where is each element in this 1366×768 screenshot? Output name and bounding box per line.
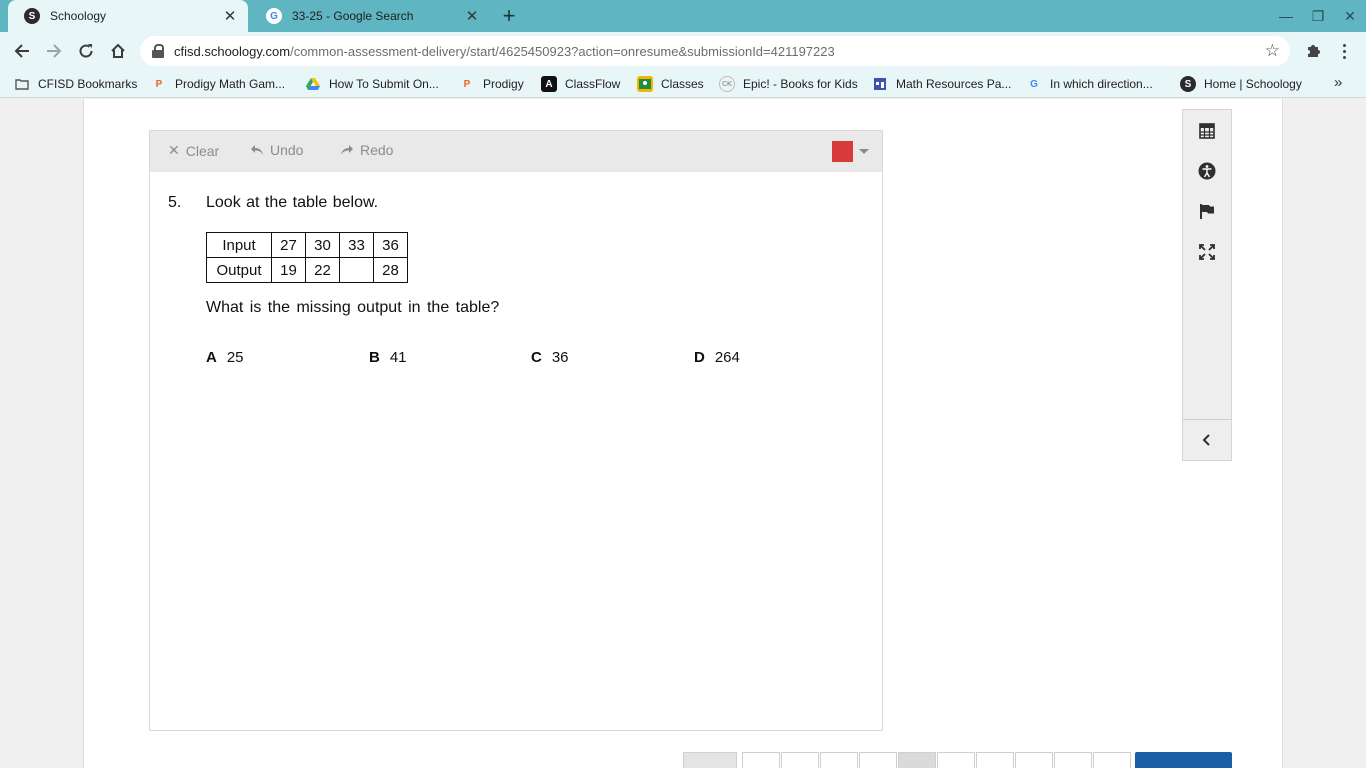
accessibility-icon[interactable] (1183, 151, 1231, 191)
browser-tab-strip: S Schoology ✕ G 33-25 - Google Search ✕ … (0, 0, 1366, 32)
bookmark-in-which-direction[interactable]: G In which direction... (1026, 70, 1153, 98)
clear-button[interactable]: ✕ Clear (168, 142, 219, 159)
extensions-puzzle-icon[interactable] (1300, 38, 1326, 64)
page-button[interactable] (820, 752, 858, 768)
schoology-icon: S (24, 8, 40, 24)
question-ask: What is the missing output in the table? (206, 299, 500, 316)
close-window-icon[interactable]: ✕ (1340, 6, 1360, 26)
previous-page-button[interactable] (683, 752, 737, 768)
pen-color-swatch[interactable] (832, 141, 853, 162)
schoology-icon: S (1180, 76, 1196, 92)
browser-menu-icon[interactable] (1334, 38, 1354, 64)
chevron-down-icon[interactable] (859, 149, 869, 154)
page-button[interactable] (1054, 752, 1092, 768)
reload-icon[interactable] (73, 38, 99, 64)
bookmark-classflow[interactable]: A ClassFlow (541, 70, 620, 98)
google-icon: G (1030, 78, 1038, 90)
google-icon: G (266, 8, 282, 24)
answer-choice-a[interactable]: A 25 (206, 349, 244, 366)
google-classroom-icon (637, 76, 653, 92)
bookmark-classes[interactable]: Classes (637, 70, 704, 98)
browser-toolbar: cfisd.schoology.com/common-assessment-de… (0, 32, 1366, 70)
home-icon[interactable] (105, 38, 131, 64)
fullscreen-icon[interactable] (1183, 232, 1231, 272)
answer-choice-b[interactable]: B 41 (369, 349, 407, 366)
tools-sidebar (1182, 109, 1232, 461)
table-cell: 30 (305, 232, 340, 258)
page-button[interactable] (859, 752, 897, 768)
bookmark-home-schoology[interactable]: S Home | Schoology (1180, 70, 1302, 98)
redo-icon (341, 145, 353, 155)
table-cell: 33 (339, 232, 374, 258)
calendar-page-icon (872, 76, 888, 92)
more-bookmarks-icon[interactable]: » (1334, 74, 1342, 91)
page-button-current[interactable] (898, 752, 936, 768)
new-tab-button[interactable]: + (497, 3, 521, 28)
classflow-icon: A (541, 76, 557, 92)
tab-google-search[interactable]: G 33-25 - Google Search ✕ (250, 0, 490, 32)
bookmark-prodigy-math[interactable]: P Prodigy Math Gam... (151, 70, 285, 98)
redo-button[interactable]: Redo (340, 142, 393, 158)
table-cell: 36 (373, 232, 408, 258)
google-drive-icon (305, 76, 321, 92)
undo-icon (251, 145, 263, 155)
bookmarks-bar: CFISD Bookmarks P Prodigy Math Gam... Ho… (0, 70, 1366, 98)
page-button[interactable] (781, 752, 819, 768)
question-panel[interactable]: ✕ Clear Undo Redo 5. Look at the table be… (149, 130, 883, 731)
question-pagination (683, 752, 1132, 768)
page-button[interactable] (742, 752, 780, 768)
page-button[interactable] (1015, 752, 1053, 768)
table-cell: 22 (305, 257, 340, 283)
table-cell: Input (206, 232, 272, 258)
undo-button[interactable]: Undo (250, 142, 303, 158)
bookmark-cfisd[interactable]: CFISD Bookmarks (14, 70, 137, 98)
close-icon: ✕ (168, 142, 180, 158)
tab-title: Schoology (50, 9, 107, 23)
bookmark-star-icon[interactable]: ☆ (1265, 41, 1280, 61)
close-icon[interactable]: ✕ (222, 8, 238, 25)
prodigy-icon: P (463, 78, 471, 90)
table-cell: 28 (373, 257, 408, 283)
restore-icon[interactable]: ❐ (1308, 6, 1328, 26)
page-button[interactable] (1093, 752, 1131, 768)
back-icon[interactable] (9, 38, 35, 64)
page-button[interactable] (976, 752, 1014, 768)
table-cell: 27 (271, 232, 306, 258)
lock-icon[interactable] (152, 44, 164, 58)
flag-icon[interactable] (1183, 191, 1231, 231)
table-row: Output 19 22 28 (206, 257, 408, 283)
input-output-table: Input 27 30 33 36 Output 19 22 28 (206, 232, 408, 283)
chevron-left-icon[interactable] (1183, 420, 1231, 460)
next-button[interactable] (1135, 752, 1232, 768)
table-row: Input 27 30 33 36 (206, 232, 408, 258)
forward-icon[interactable] (41, 38, 67, 64)
answer-choice-d[interactable]: D 264 (694, 349, 740, 366)
page-button[interactable] (937, 752, 975, 768)
drawing-toolbar: ✕ Clear Undo Redo (150, 131, 882, 172)
minimize-icon[interactable]: — (1276, 6, 1296, 26)
bookmark-epic[interactable]: CK Epic! - Books for Kids (719, 70, 858, 98)
page-content: ✕ Clear Undo Redo 5. Look at the table be… (0, 99, 1366, 768)
calculator-icon[interactable] (1183, 111, 1231, 151)
answer-choice-c[interactable]: C 36 (531, 349, 569, 366)
question-number: 5. (168, 194, 182, 211)
tab-schoology[interactable]: S Schoology ✕ (8, 0, 248, 32)
tab-title: 33-25 - Google Search (292, 9, 414, 23)
prodigy-icon: P (155, 78, 163, 90)
table-cell: Output (206, 257, 272, 283)
url-text: cfisd.schoology.com/common-assessment-de… (174, 43, 835, 59)
folder-icon (14, 76, 30, 92)
question-prompt: Look at the table below. (206, 194, 379, 211)
ck-icon: CK (719, 76, 735, 92)
bookmark-math-resources[interactable]: Math Resources Pa... (872, 70, 1011, 98)
table-cell: 19 (271, 257, 306, 283)
table-cell-missing (339, 257, 374, 283)
bookmark-prodigy[interactable]: P Prodigy (459, 70, 524, 98)
bookmark-how-to-submit[interactable]: How To Submit On... (305, 70, 439, 98)
address-bar[interactable]: cfisd.schoology.com/common-assessment-de… (140, 36, 1290, 66)
close-icon[interactable]: ✕ (464, 8, 480, 25)
